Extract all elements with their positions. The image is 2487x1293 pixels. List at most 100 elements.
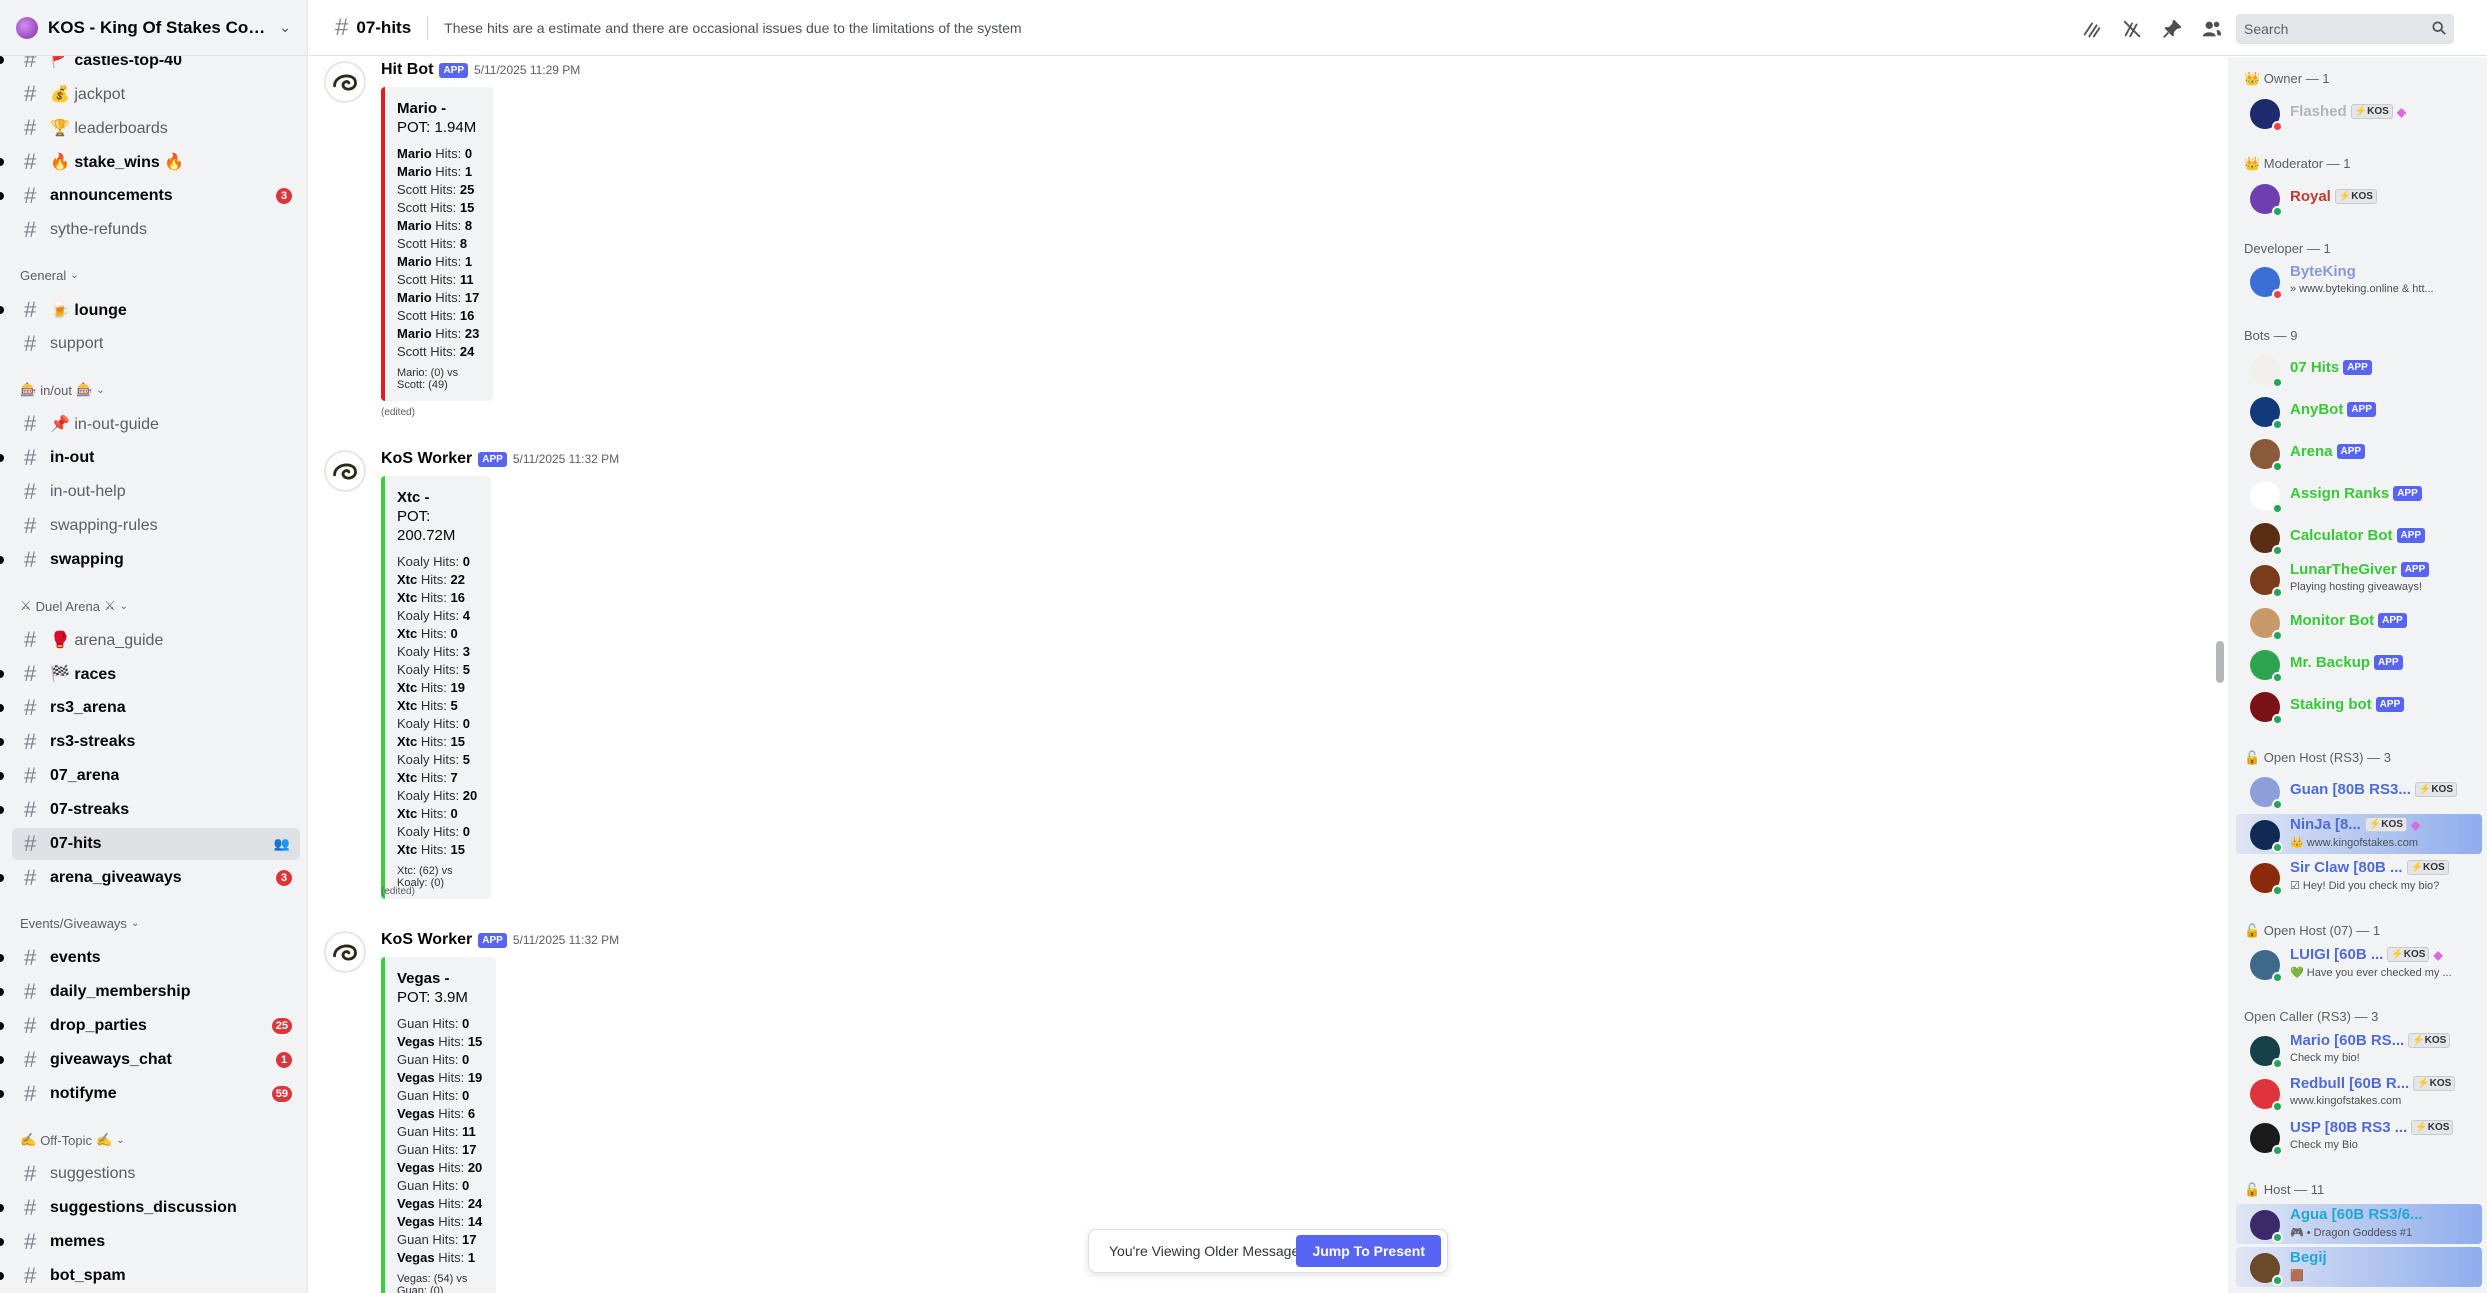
author-name[interactable]: KoS Worker [381, 931, 472, 949]
channel-stake-wins[interactable]: # 🔥 stake_wins 🔥 [0, 146, 300, 178]
bot-avatar[interactable] [324, 450, 366, 492]
channel-arena-giveaways[interactable]: # arena_giveaways 3 [0, 862, 300, 894]
bot-avatar[interactable] [324, 931, 366, 973]
channel-announcements[interactable]: # announcements 3 [0, 180, 300, 212]
member-monitor-bot[interactable]: Monitor Bot APP [2236, 602, 2482, 642]
member-status-text: ☑ Hey! Did you check my bio? [2290, 880, 2440, 892]
hit-line: Mario Hits: 1 [397, 163, 479, 181]
channel-giveaways-chat[interactable]: # giveaways_chat 1 [0, 1044, 300, 1076]
jump-to-present-button[interactable]: Jump To Present [1296, 1235, 1441, 1267]
scrollbar-thumb[interactable] [2216, 641, 2224, 683]
threads-icon[interactable] [2079, 16, 2105, 42]
channel-support[interactable]: # support [12, 328, 300, 360]
member-name: Redbull [60B R... ⚡KOS [2290, 1075, 2456, 1092]
member-name-text: Staking bot [2290, 696, 2372, 713]
status-online-icon [2272, 206, 2283, 217]
member-mario-60b-rs[interactable]: Mario [60B RS... ⚡KOS Check my bio! [2236, 1030, 2482, 1070]
member-staking-bot[interactable]: Staking bot APP [2236, 686, 2482, 726]
status-dnd-icon [2272, 289, 2283, 300]
channel-daily-membership[interactable]: # daily_membership [0, 976, 300, 1008]
author-name[interactable]: KoS Worker [381, 450, 472, 468]
channel-leaderboards[interactable]: # 🏆 leaderboards [12, 112, 300, 144]
hash-icon: # [24, 945, 37, 970]
channel-in-out[interactable]: # in-out [0, 442, 300, 474]
member-byteking[interactable]: ByteKing » www.byteking.online & htt... [2236, 261, 2482, 301]
channel-memes[interactable]: # memes [0, 1226, 300, 1258]
member-sir-claw-80b[interactable]: Sir Claw [80B ... ⚡KOS ☑ Hey! Did you chec… [2236, 857, 2482, 897]
embed: Mario - POT: 1.94M Mario Hits: 0 Mario Hits… [381, 87, 494, 401]
notification-off-icon[interactable] [2119, 16, 2145, 42]
channel-07-hits[interactable]: #07-hits 👥 [12, 828, 300, 860]
member-list-icon[interactable] [2199, 16, 2225, 42]
member-anybot[interactable]: AnyBot APP [2236, 391, 2482, 431]
channel-label: 🥊 arena_guide [50, 632, 164, 649]
channel-suggestions-discussion[interactable]: # suggestions_discussion [0, 1192, 300, 1224]
unread-indicator [0, 704, 4, 712]
channel-suggestions[interactable]: # suggestions [12, 1158, 300, 1190]
category-general[interactable]: General ⌄ [20, 268, 79, 283]
member-lunarthegiver[interactable]: LunarTheGiver APP Playing hosting giveaway… [2236, 559, 2482, 599]
channel-07-streaks[interactable]: #07-streaks [0, 794, 300, 826]
member-name: Arena APP [2290, 443, 2366, 460]
channel-topic[interactable]: These hits are a estimate and there are … [444, 20, 1021, 36]
server-header[interactable]: KOS - King Of Stakes Commun... ⌄ [0, 0, 307, 56]
channel-swapping-rules[interactable]: # swapping-rules [12, 510, 300, 542]
bot-avatar[interactable] [324, 61, 366, 103]
status-online-icon [2272, 1058, 2283, 1069]
member-mr-backup[interactable]: Mr. Backup APP [2236, 644, 2482, 684]
category-in-out[interactable]: 🎰 in/out 🎰 ⌄ [20, 382, 105, 398]
member-name-text: NinJa [8... [2290, 816, 2361, 833]
channel-lounge[interactable]: # 🍺 lounge [0, 294, 300, 326]
category-off-topic[interactable]: ✍ Off-Topic ✍ ⌄ [20, 1132, 125, 1148]
search-box[interactable] [2236, 14, 2454, 44]
member-begij[interactable]: Begij 🟫 [2236, 1247, 2482, 1287]
channel-rs3-arena[interactable]: # rs3_arena [0, 692, 300, 724]
hit-player: Koaly [397, 662, 430, 677]
channel-header: # 07-hits These hits are a estimate and … [309, 0, 2487, 56]
search-input[interactable] [2244, 21, 2432, 37]
hit-player: Koaly [397, 824, 430, 839]
channel-notifyme[interactable]: # notifyme 59 [0, 1078, 300, 1110]
category-duel-arena[interactable]: ⚔ Duel Arena ⚔ ⌄ [20, 598, 128, 614]
member-guan-80b-rs3[interactable]: Guan [80B RS3... ⚡KOS [2236, 771, 2482, 811]
member-redbull-60b-r[interactable]: Redbull [60B R... ⚡KOS www.kingofstakes.co… [2236, 1073, 2482, 1113]
author-name[interactable]: Hit Bot [381, 61, 433, 79]
category-events-giveaways[interactable]: Events/Giveaways ⌄ [20, 916, 139, 931]
kos-tag: ⚡KOS [2411, 1120, 2454, 1135]
hit-value: Hits: 15 [417, 842, 465, 857]
channel-events[interactable]: # events [0, 942, 300, 974]
member-flashed[interactable]: Flashed ⚡KOS ◆ [2236, 93, 2482, 133]
member-usp-80b-rs3[interactable]: USP [80B RS3 ... ⚡KOS Check my Bio [2236, 1117, 2482, 1157]
channel-drop-parties[interactable]: # drop_parties 25 [0, 1010, 300, 1042]
channel-sythe-refunds[interactable]: # sythe-refunds [12, 214, 300, 246]
member-royal[interactable]: Royal ⚡KOS [2236, 178, 2482, 218]
channel-bot-spam[interactable]: # bot_spam [0, 1260, 300, 1292]
channel-07-arena[interactable]: #07_arena [0, 760, 300, 792]
channel-in-out-guide[interactable]: # 📌 in-out-guide [12, 408, 300, 440]
member-luigi-60b[interactable]: LUIGI [60B ... ⚡KOS ◆ 💚 Have you ever check… [2236, 944, 2482, 984]
member-assign-ranks[interactable]: Assign Ranks APP [2236, 475, 2482, 515]
channel-in-out-help[interactable]: # in-out-help [12, 476, 300, 508]
embed-pot: POT: 200.72M [397, 508, 456, 544]
channel-swapping[interactable]: # swapping [0, 544, 300, 576]
hit-value: Hits: 5 [429, 752, 470, 767]
message-timestamp: 5/11/2025 11:32 PM [512, 933, 620, 947]
member-agua-60b-rs3-6[interactable]: Agua [60B RS3/6... 🎮 • Dragon Goddess #1 [2236, 1204, 2482, 1244]
member-calculator-bot[interactable]: Calculator Bot APP [2236, 517, 2482, 557]
channel-arena-guide[interactable]: # 🥊 arena_guide [12, 624, 300, 656]
hit-line: Xtc Hits: 15 [397, 733, 477, 751]
member-arena[interactable]: Arena APP [2236, 433, 2482, 473]
hit-line: Scott Hits: 24 [397, 343, 479, 361]
pin-icon[interactable] [2159, 16, 2185, 42]
channel-races[interactable]: # 🏁 races [0, 658, 300, 690]
older-messages-bar: You're Viewing Older Messages Jump To Pr… [1088, 1229, 1448, 1273]
hit-value: Hits: 1 [431, 164, 473, 179]
category-label: Duel Arena [35, 598, 100, 614]
member-name: Calculator Bot APP [2290, 527, 2426, 544]
member-07-hits[interactable]: 07 Hits APP [2236, 349, 2482, 389]
channel-jackpot[interactable]: # 💰 jackpot [12, 78, 300, 110]
member-ninja-8[interactable]: NinJa [8... ⚡KOS ◆ 👑 www.kingofstakes.com [2236, 814, 2482, 854]
channel-rs3-streaks[interactable]: # rs3-streaks [0, 726, 300, 758]
member-name: ByteKing [2290, 263, 2356, 280]
add-member-icon[interactable]: 👥 [274, 836, 290, 852]
